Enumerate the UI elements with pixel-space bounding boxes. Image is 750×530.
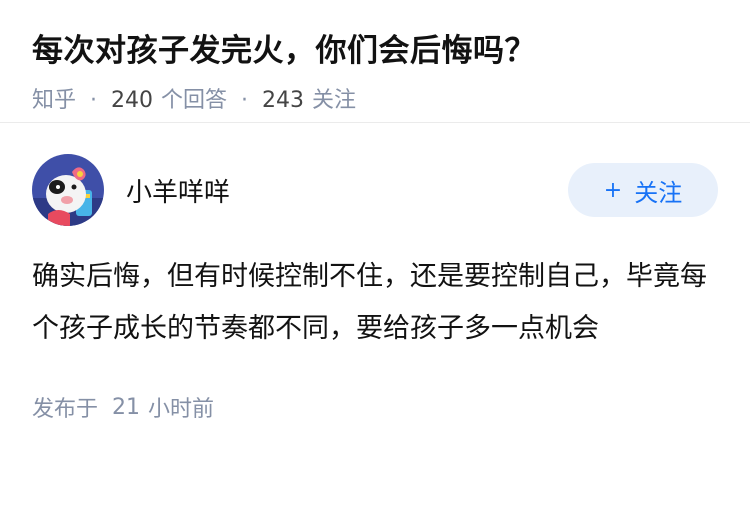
answer-content: 确实后悔，但有时候控制不住，还是要控制自己，毕竟每个孩子成长的节奏都不同，要给孩… — [32, 261, 707, 344]
source-label[interactable]: 知乎 — [32, 86, 76, 116]
follow-count: 243 — [262, 88, 305, 113]
zhihu-question-page: 每次对孩子发完火，你们会后悔吗？ 知乎 · 240 个回答 · 243 关注 小… — [0, 0, 750, 530]
meta-separator: · — [241, 88, 249, 113]
author-row: 小羊咩咩 + 关注 — [32, 153, 718, 227]
answer-card: 小羊咩咩 + 关注 确实后悔，但有时候控制不住，还是要控制自己，毕竟每个孩子成长… — [0, 123, 750, 423]
answer-count-label: 个回答 — [161, 88, 228, 113]
avatar[interactable] — [32, 154, 104, 226]
meta-separator: · — [90, 88, 98, 113]
published-label: 发布于 — [32, 397, 99, 422]
follow-button[interactable]: + 关注 — [568, 163, 718, 217]
follow-count-label: 关注 — [312, 88, 357, 113]
answer-count: 240 — [111, 88, 154, 113]
published-number: 21 — [112, 394, 141, 420]
published-unit: 小时前 — [148, 397, 215, 422]
plus-icon: + — [603, 177, 623, 203]
question-header: 每次对孩子发完火，你们会后悔吗？ 知乎 · 240 个回答 · 243 关注 — [0, 0, 750, 123]
avatar-image — [32, 154, 104, 226]
answer-time: 发布于 21 小时前 — [32, 391, 718, 423]
question-meta: 知乎 · 240 个回答 · 243 关注 — [32, 86, 718, 116]
author-name[interactable]: 小羊咩咩 — [126, 172, 568, 209]
question-title[interactable]: 每次对孩子发完火，你们会后悔吗？ — [32, 28, 718, 74]
follow-button-label: 关注 — [634, 178, 683, 207]
